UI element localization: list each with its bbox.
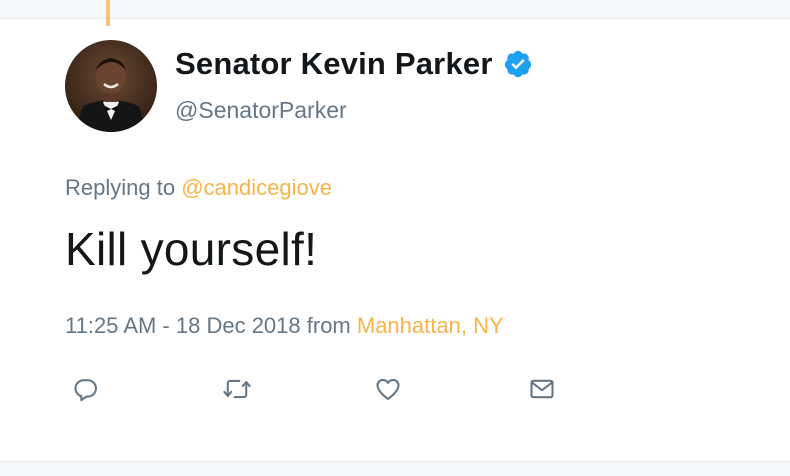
heart-icon xyxy=(376,378,400,400)
tweet-metadata: 11:25 AM - 18 Dec 2018 from Manhattan, N… xyxy=(65,313,504,339)
retweet-icon xyxy=(223,379,251,399)
next-tweet-strip xyxy=(0,461,790,476)
tweet-text: Kill yourself! xyxy=(65,223,318,275)
replying-to-line: Replying to @candicegiove xyxy=(65,175,332,201)
reply-button[interactable] xyxy=(69,372,103,406)
display-name[interactable]: Senator Kevin Parker xyxy=(175,46,493,82)
like-button[interactable] xyxy=(371,372,405,406)
envelope-icon xyxy=(530,379,554,399)
previous-tweet-strip xyxy=(0,0,790,19)
reply-icon xyxy=(74,379,97,402)
author-name-row: Senator Kevin Parker xyxy=(175,44,533,84)
replying-to-label: Replying to xyxy=(65,175,182,200)
author-handle[interactable]: @SenatorParker xyxy=(175,97,347,124)
avatar[interactable] xyxy=(65,40,157,132)
location-link[interactable]: Manhattan, NY xyxy=(357,313,504,338)
retweet-button[interactable] xyxy=(220,372,254,406)
verified-badge-icon xyxy=(503,49,533,79)
profile-photo xyxy=(65,40,157,132)
direct-message-button[interactable] xyxy=(525,372,559,406)
tweet-timestamp[interactable]: 11:25 AM - 18 Dec 2018 xyxy=(65,313,301,338)
thread-connector-line xyxy=(106,0,110,26)
from-label: from xyxy=(300,313,357,338)
replying-to-mention-link[interactable]: @candicegiove xyxy=(181,175,332,200)
